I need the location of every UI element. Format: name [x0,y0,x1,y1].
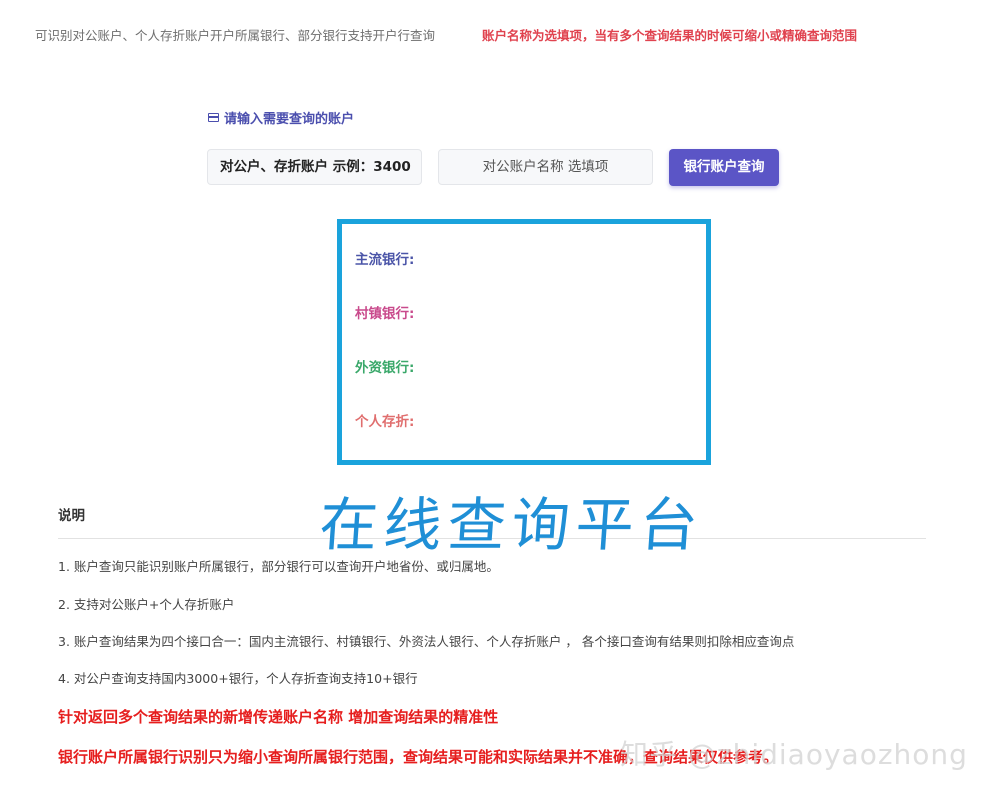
credit-card-icon [208,113,219,122]
query-section-title-text: 请输入需要查询的账户 [224,112,355,127]
account-number-input[interactable]: 对公户、存折账户 示例：3400 [207,149,422,185]
account-name-input[interactable]: 对公账户名称 选填项 [438,149,653,185]
result-foreign-bank: 外资银行: [355,360,415,376]
site-watermark: 知乎 @zhidiaoyaozhong [620,738,968,771]
header-note: 可识别对公账户、个人存折账户开户所属银行、部分银行支持开户行查询 [35,28,436,43]
results-box: 主流银行: 村镇银行: 外资银行: 个人存折: [337,219,711,465]
overlay-title: 在线查询平台 [317,491,707,559]
note-item-1: 1. 账户查询只能识别账户所属银行，部分银行可以查询开户地省份、或归属地。 [58,559,499,574]
bank-account-query-button[interactable]: 银行账户查询 [669,149,779,186]
query-section-title: 请输入需要查询的账户 [208,108,354,127]
notes-title: 说明 [58,508,85,524]
page: 可识别对公账户、个人存折账户开户所属银行、部分银行支持开户行查询 账户名称为选填… [0,0,987,799]
note-item-3: 3. 账户查询结果为四个接口合一：国内主流银行、村镇银行、外资法人银行、个人存折… [58,634,795,649]
note-item-2: 2. 支持对公账户+个人存折账户 [58,597,235,612]
header-warning: 账户名称为选填项，当有多个查询结果的时候可缩小或精确查询范围 [482,28,858,43]
note-item-4: 4. 对公户查询支持国内3000+银行，个人存折查询支持10+银行 [58,671,418,686]
result-personal-passbook: 个人存折: [355,414,415,430]
highlight-note-1: 针对返回多个查询结果的新增传递账户名称 增加查询结果的精准性 [58,708,499,726]
result-village-bank: 村镇银行: [355,306,415,322]
result-mainstream-bank: 主流银行: [355,252,415,268]
